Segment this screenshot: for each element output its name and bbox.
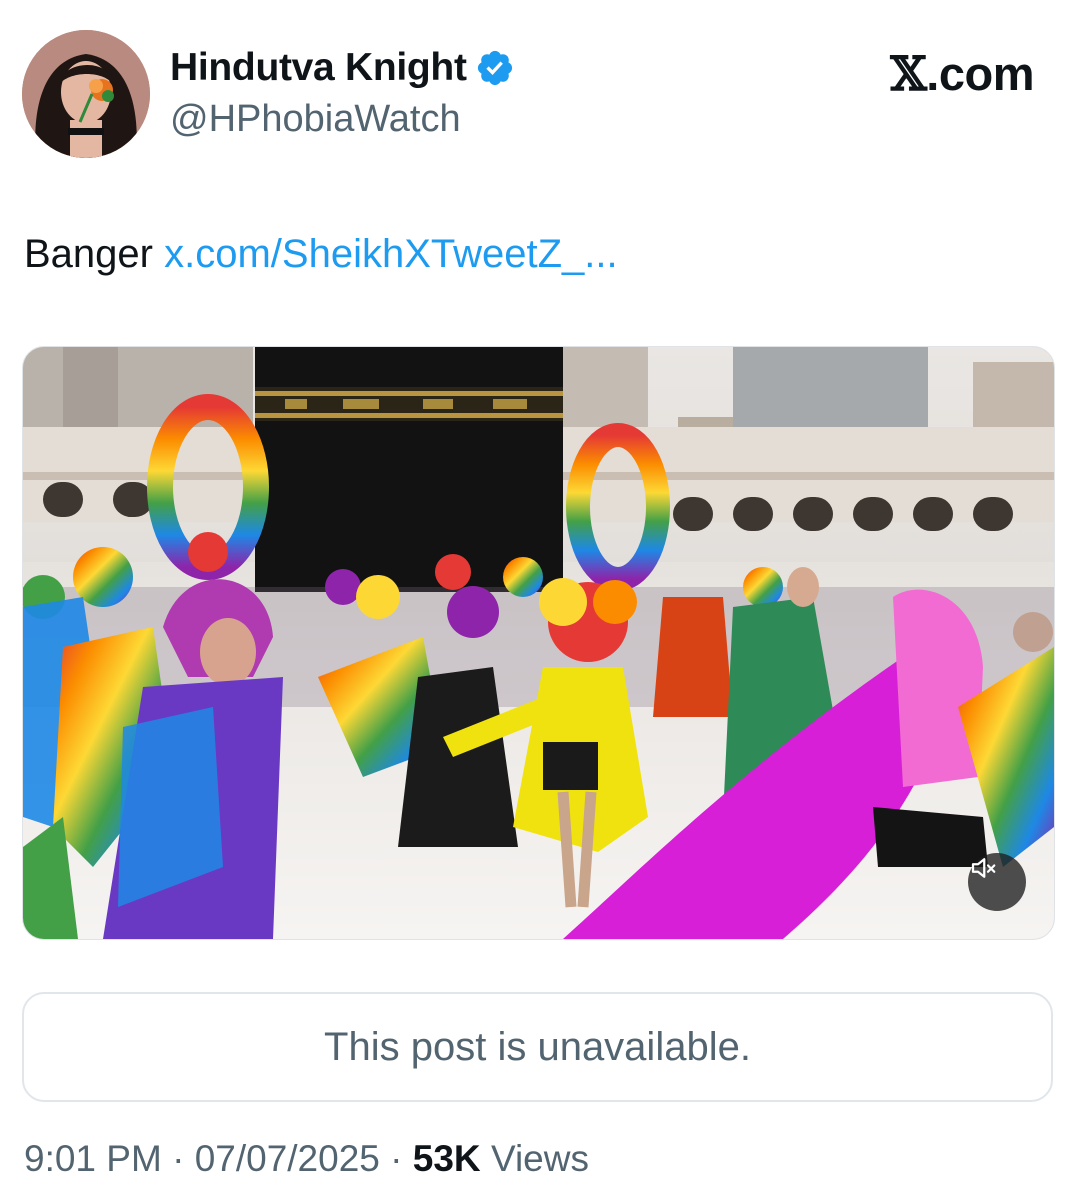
x-logo-icon: 𝕏 — [890, 47, 927, 102]
avatar[interactable] — [22, 30, 150, 158]
meta-separator: · — [390, 1138, 403, 1179]
tweet-text: Banger x.com/SheikhXTweetZ_... — [24, 232, 618, 277]
views-label: Views — [490, 1138, 589, 1179]
video-player[interactable] — [22, 346, 1055, 940]
tweet-date[interactable]: 07/07/2025 — [195, 1138, 380, 1179]
tweet-link[interactable]: x.com/SheikhXTweetZ_... — [164, 232, 618, 276]
meta-separator: · — [172, 1138, 185, 1179]
brand-domain: .com — [926, 47, 1034, 100]
tweet-body: Banger — [24, 232, 153, 276]
display-name[interactable]: Hindutva Knight — [170, 46, 467, 90]
author-handle[interactable]: @HPhobiaWatch — [170, 98, 461, 141]
mute-icon — [971, 858, 996, 878]
tweet-meta: 9:01 PM · 07/07/2025 · 53K Views — [24, 1138, 589, 1180]
quoted-post-card: This post is unavailable. — [22, 992, 1053, 1102]
video-frame — [23, 347, 1054, 939]
avatar-image — [22, 30, 150, 158]
mute-button[interactable] — [968, 853, 1026, 911]
author-name-row[interactable]: Hindutva Knight — [170, 44, 515, 92]
views-count: 53K — [412, 1138, 481, 1179]
quoted-post-unavailable-text: This post is unavailable. — [324, 1024, 751, 1069]
verified-badge-icon — [475, 48, 515, 88]
brand-logo: 𝕏.com — [890, 46, 1034, 102]
tweet-time[interactable]: 9:01 PM — [24, 1138, 162, 1179]
